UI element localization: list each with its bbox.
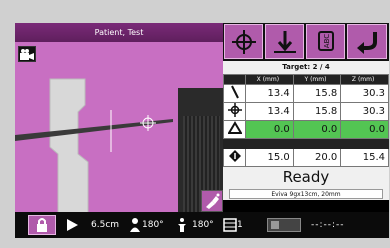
- target-counter: Target: 2 / 4: [282, 63, 330, 71]
- delta-icon: [226, 121, 243, 134]
- probe-button[interactable]: [201, 190, 223, 212]
- table-row: 13.4 15.8 30.3: [223, 84, 389, 103]
- table-header: X (mm) Y (mm) Z (mm): [223, 74, 389, 85]
- device-frame: Patient, Test ABC Target: 2 / 4 X (mm) Y…: [0, 0, 390, 248]
- svg-text:ABC: ABC: [323, 33, 331, 47]
- column-header-z: Z (mm): [340, 74, 389, 85]
- camera-icon: [20, 49, 34, 60]
- mode-toggle[interactable]: [267, 218, 301, 232]
- coordinates-panel: Target: 2 / 4 X (mm) Y (mm) Z (mm) 13.4 …: [223, 61, 389, 200]
- calibrate-tool-button[interactable]: ABC: [306, 24, 345, 59]
- screen: Patient, Test ABC Target: 2 / 4 X (mm) Y…: [15, 23, 389, 238]
- device-label: Eviva 9gx13cm, 20mm: [229, 189, 383, 199]
- column-header-y: Y (mm): [292, 74, 342, 85]
- rotation-readout-2: 180°: [192, 220, 214, 230]
- diamond-target-icon: [228, 150, 241, 162]
- coordinates-table: X (mm) Y (mm) Z (mm) 13.4 15.8 30.3 13.4…: [223, 74, 389, 167]
- count-readout: 1: [237, 220, 243, 230]
- target-tool-button[interactable]: [224, 24, 263, 59]
- abc-device-icon: ABC: [317, 30, 334, 51]
- lock-button[interactable]: [28, 215, 56, 235]
- lock-icon: [37, 218, 47, 232]
- bottom-toolbar: 6.5cm 180° 180° 1 --:--:--: [15, 212, 389, 238]
- timer-readout: --:--:--: [311, 220, 345, 230]
- camera-button[interactable]: [18, 46, 36, 62]
- table-row: 13.4 15.8 30.3: [223, 102, 389, 121]
- align-down-icon: [273, 30, 296, 53]
- table-row: 0.0 0.0 0.0: [223, 120, 389, 139]
- crosshair-target-icon: [231, 29, 256, 54]
- align-tool-button[interactable]: [265, 24, 304, 59]
- crosshair-icon: [227, 103, 242, 117]
- toggle-knob: [271, 221, 279, 229]
- needle-icon: [230, 85, 239, 99]
- return-arrow-icon: [357, 31, 377, 54]
- table-row: 15.0 20.0 15.4: [223, 148, 389, 167]
- top-toolbar: ABC: [223, 23, 389, 61]
- user-icon: [127, 215, 143, 235]
- patient-title: Patient, Test: [15, 23, 223, 42]
- back-button[interactable]: [347, 24, 387, 59]
- figure-icon: [174, 215, 190, 235]
- play-icon: [67, 219, 78, 231]
- image-viewport[interactable]: [15, 42, 223, 238]
- grid-icon: [222, 215, 238, 235]
- needle-shaft: [15, 119, 173, 141]
- play-button[interactable]: [63, 215, 81, 235]
- status-text: Ready: [282, 168, 330, 186]
- probe-icon: [206, 193, 220, 209]
- rotation-readout-1: 180°: [142, 220, 164, 230]
- column-header-x: X (mm): [245, 74, 294, 85]
- table-separator: [223, 138, 389, 149]
- depth-readout: 6.5cm: [91, 220, 120, 230]
